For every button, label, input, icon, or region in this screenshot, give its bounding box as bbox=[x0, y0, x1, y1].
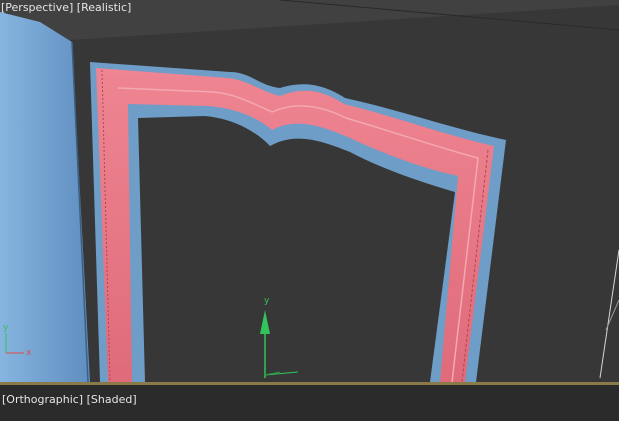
perspective-viewport[interactable]: y y x [Perspective] [Realistic] bbox=[0, 0, 619, 382]
gizmo-y-label: y bbox=[264, 296, 270, 306]
tripod-x-label: x bbox=[26, 348, 32, 358]
perspective-scene[interactable]: y y x bbox=[0, 0, 619, 382]
orthographic-viewport-label: [Orthographic] [Shaded] bbox=[2, 393, 137, 406]
viewport-shading-menu-ortho[interactable]: Shaded bbox=[91, 393, 132, 406]
orthographic-viewport[interactable]: [Orthographic] [Shaded] bbox=[0, 385, 619, 421]
viewport-view-menu-ortho[interactable]: Orthographic bbox=[6, 393, 79, 406]
perspective-viewport-label: [Perspective] [Realistic] bbox=[1, 1, 132, 14]
background-slab bbox=[70, 5, 619, 382]
tripod-y-label: y bbox=[3, 323, 9, 333]
viewport-view-menu[interactable]: Perspective bbox=[5, 1, 69, 14]
viewport-shading-menu[interactable]: Realistic bbox=[81, 1, 127, 14]
